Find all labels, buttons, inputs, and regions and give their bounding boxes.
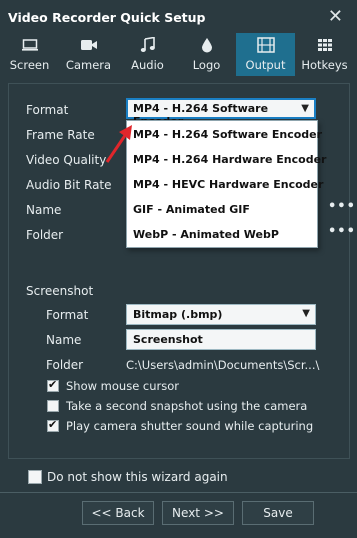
close-icon[interactable]: ✕ [328,6,343,27]
dropdown-option[interactable]: MP4 - H.264 Software Encoder [133,128,322,141]
tab-label: Screen [9,58,50,72]
tab-hotkeys[interactable]: Hotkeys [295,33,354,76]
dropdown-option[interactable]: WebP - Animated WebP [133,228,279,241]
dont-show-checkbox[interactable] [28,470,42,484]
keyboard-icon [295,37,354,57]
video-folder-label: Folder [26,228,64,242]
second-snapshot-checkbox[interactable] [47,400,59,412]
title-bar: Video Recorder Quick Setup ✕ [0,0,357,34]
screenshot-section-label: Screenshot [26,284,94,298]
save-button[interactable]: Save [242,501,314,525]
dropdown-option[interactable]: GIF - Animated GIF [133,203,250,216]
film-icon [236,37,295,57]
tab-label: Logo [192,58,221,72]
checkmark-icon: ✔ [48,418,58,431]
screenshot-folder-path: C:\Users\admin\Documents\Scr...\ [126,358,320,372]
dont-show-label: Do not show this wizard again [47,470,228,484]
tab-label: Output [245,58,286,72]
tab-audio[interactable]: Audio [118,33,177,76]
tab-screen[interactable]: Screen [0,33,59,76]
tab-label: Hotkeys [301,58,348,72]
droplet-icon [177,37,236,57]
chevron-down-icon: ▼ [302,308,310,319]
tab-label: Camera [65,58,112,72]
screenshot-name-value: Screenshot [133,333,203,346]
screenshot-format-select[interactable]: Bitmap (.bmp) ▼ [126,304,316,325]
folder-more-button[interactable]: ••• [328,224,356,239]
screenshot-folder-label: Folder [46,358,84,372]
show-cursor-label: Show mouse cursor [66,379,180,393]
shutter-sound-checkbox[interactable]: ✔ [47,418,59,432]
screenshot-name-input[interactable]: Screenshot [126,329,316,350]
tab-camera[interactable]: Camera [59,33,118,76]
dropdown-option[interactable]: MP4 - H.264 Hardware Encoder [133,153,326,166]
frame-rate-label: Frame Rate [26,128,95,142]
tab-bar: Screen Camera Audio Logo Output Hotkeys [0,33,357,76]
video-quality-label: Video Quality [26,153,107,167]
format-dropdown-list: MP4 - H.264 Software Encoder MP4 - H.264… [126,120,326,248]
screenshot-format-label: Format [46,308,89,322]
name-more-button[interactable]: ••• [328,199,356,214]
checkmark-icon: ✔ [48,378,58,391]
tab-label: Audio [131,58,164,72]
chevron-down-icon: ▼ [301,103,309,114]
tab-logo[interactable]: Logo [177,33,236,76]
screenshot-name-label: Name [46,333,82,347]
format-label: Format [26,103,69,117]
music-icon [118,36,177,57]
video-name-label: Name [26,203,62,217]
shutter-sound-label: Play camera shutter sound while capturin… [66,419,314,433]
show-cursor-checkbox[interactable]: ✔ [47,378,59,392]
tab-output[interactable]: Output [236,33,295,76]
video-format-select[interactable]: MP4 - H.264 Software Encoder ▼ [126,98,316,128]
annotation-arrow-icon [105,125,132,163]
back-button[interactable]: << Back [82,501,154,525]
dropdown-option[interactable]: MP4 - HEVC Hardware Encoder [133,178,323,191]
video-camera-icon [59,37,118,57]
footer-divider [0,492,357,493]
screenshot-format-value: Bitmap (.bmp) [133,308,223,321]
monitor-icon [0,37,59,57]
audio-bitrate-label: Audio Bit Rate [26,178,112,192]
window-title: Video Recorder Quick Setup [8,10,206,25]
second-snapshot-label: Take a second snapshot using the camera [66,399,308,413]
next-button[interactable]: Next >> [162,501,234,525]
